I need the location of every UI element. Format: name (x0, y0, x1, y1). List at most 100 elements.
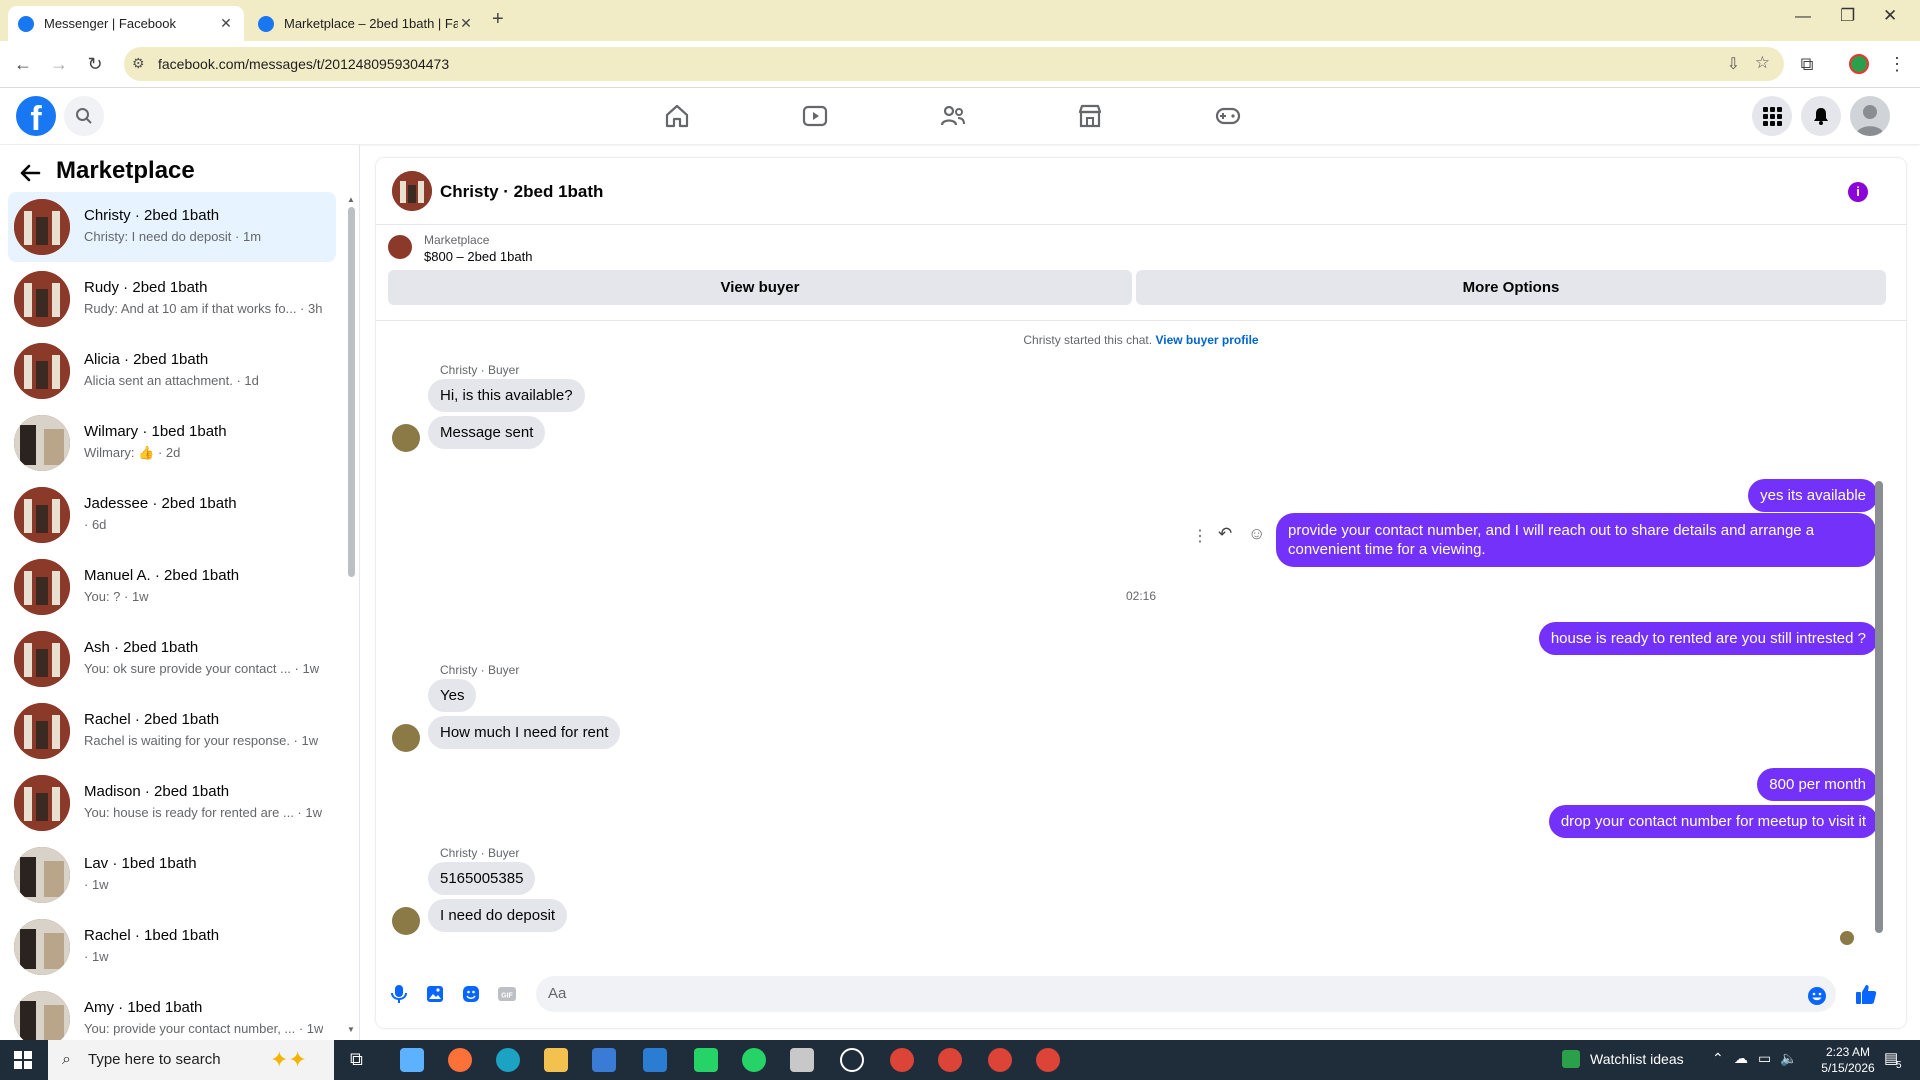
onedrive-icon[interactable]: ☁ (1734, 1050, 1748, 1067)
sidebar-conversation-item[interactable]: Rudy · 2bed 1bath Rudy: And at 10 am if t… (8, 264, 336, 334)
back-arrow-icon[interactable] (18, 161, 42, 185)
close-tab-icon[interactable]: ✕ (218, 15, 234, 32)
tray-chevron-icon[interactable]: ⌃ (1712, 1050, 1724, 1067)
scroll-down-icon[interactable]: ▼ (347, 1025, 355, 1034)
message-outgoing[interactable]: drop your contact number for meetup to v… (1548, 805, 1878, 838)
gaming-icon[interactable] (1214, 102, 1242, 130)
sidebar-conversation-item[interactable]: Alicia · 2bed 1bath Alicia sent an attach… (8, 336, 336, 406)
message-incoming[interactable]: Message sent (428, 416, 546, 449)
reload-icon[interactable]: ↻ (84, 53, 106, 75)
bell-icon[interactable] (1801, 96, 1841, 136)
message-more-icon[interactable]: ⋮ (1192, 526, 1208, 546)
view-buyer-profile-link[interactable]: View buyer profile (1155, 333, 1258, 347)
forward-icon[interactable]: → (48, 53, 70, 75)
back-icon[interactable]: ← (12, 53, 34, 75)
task-view-icon[interactable]: ⧉ (350, 1049, 363, 1070)
sidebar-conversation-item[interactable]: Rachel · 1bed 1bath · 1w (8, 912, 336, 982)
close-tab-icon[interactable]: ✕ (458, 15, 474, 32)
facebook-favicon-icon (18, 15, 34, 32)
home-icon[interactable] (663, 102, 691, 130)
view-buyer-button[interactable]: View buyer (388, 270, 1132, 305)
chat-contact-name[interactable]: Christy · 2bed 1bath (440, 182, 603, 202)
facebook-logo-icon[interactable]: f (16, 96, 56, 136)
browser-menu-icon[interactable]: ⋮ (1886, 53, 1908, 75)
like-thumb-icon[interactable] (1854, 982, 1877, 1004)
chatgpt-icon[interactable] (840, 1048, 864, 1072)
photo-icon[interactable] (424, 983, 446, 1005)
tab-search-icon[interactable]: ⧉ (1796, 53, 1818, 75)
message-outgoing[interactable]: house is ready to rented are you still i… (1538, 622, 1878, 655)
thread-scrollbar[interactable] (1875, 481, 1883, 933)
watchlist-label[interactable]: Watchlist ideas (1590, 1051, 1684, 1067)
message-incoming[interactable]: 5165005385 (428, 862, 536, 895)
contact-avatar[interactable] (392, 171, 432, 211)
message-incoming[interactable]: I need do deposit (428, 899, 568, 932)
sidebar-conversation-item[interactable]: Christy · 2bed 1bath Christy: I need do d… (8, 192, 336, 262)
app-icon[interactable] (790, 1048, 814, 1072)
info-icon[interactable]: i (1848, 182, 1868, 202)
search-icon[interactable] (64, 96, 104, 136)
taskbar-search-input[interactable]: ⌕ Type here to search ✦✦ (48, 1040, 334, 1080)
reply-icon[interactable]: ↶ (1218, 524, 1232, 544)
more-options-button[interactable]: More Options (1136, 270, 1886, 305)
sidebar-conversation-item[interactable]: Ash · 2bed 1bath You: ok sure provide you… (8, 624, 336, 694)
profile-icon[interactable] (1850, 96, 1890, 136)
sidebar-conversation-item[interactable]: Lav · 1bed 1bath · 1w (8, 840, 336, 910)
sidebar-conversation-item[interactable]: Manuel A. · 2bed 1bath You: ? · 1w (8, 552, 336, 622)
file-explorer-icon[interactable] (544, 1048, 568, 1072)
react-emoji-icon[interactable]: ☺ (1248, 524, 1265, 544)
edge-icon[interactable] (496, 1048, 520, 1072)
message-incoming[interactable]: Hi, is this available? (428, 379, 585, 412)
outlook-icon[interactable] (643, 1048, 667, 1072)
chrome-icon[interactable] (938, 1048, 962, 1072)
message-incoming[interactable]: Yes (428, 679, 477, 712)
site-info-icon[interactable]: ⚙ (132, 55, 145, 72)
sidebar-scrollbar[interactable] (348, 207, 355, 577)
volume-icon[interactable]: 🔈 (1780, 1050, 1797, 1067)
emoji-icon[interactable] (1806, 985, 1828, 1007)
watchlist-icon[interactable] (1562, 1050, 1580, 1068)
message-incoming[interactable]: How much I need for rent (428, 716, 621, 749)
scroll-up-icon[interactable]: ▲ (347, 195, 355, 204)
tab-marketplace[interactable]: Marketplace – 2bed 1bath | Fac ✕ (248, 6, 484, 41)
firefox-icon[interactable] (448, 1048, 472, 1072)
sidebar-conversation-item[interactable]: Amy · 1bed 1bath You: provide your contac… (8, 984, 336, 1040)
close-window-icon[interactable]: ✕ (1883, 6, 1897, 26)
sticker-icon[interactable] (460, 983, 482, 1005)
message-outgoing[interactable]: 800 per month (1757, 768, 1878, 801)
install-app-icon[interactable]: ⇩ (1727, 54, 1740, 74)
whatsapp-icon[interactable] (742, 1048, 766, 1072)
windows-start-icon[interactable] (14, 1051, 32, 1069)
menu-grid-icon[interactable] (1752, 96, 1792, 136)
listing-thumbnail[interactable] (388, 235, 412, 259)
chrome-icon[interactable] (988, 1048, 1012, 1072)
notes-app-icon[interactable] (400, 1048, 424, 1072)
sidebar-conversation-item[interactable]: Wilmary · 1bed 1bath Wilmary: 👍 · 2d (8, 408, 336, 478)
chrome-icon[interactable] (1036, 1048, 1060, 1072)
sidebar-conversation-item[interactable]: Madison · 2bed 1bath You: house is ready … (8, 768, 336, 838)
restore-icon[interactable]: ❐ (1840, 6, 1855, 26)
minimize-icon[interactable]: — (1795, 8, 1811, 26)
tab-messenger[interactable]: Messenger | Facebook ✕ (8, 6, 244, 41)
gif-icon[interactable]: GIF (496, 983, 518, 1005)
sidebar-conversation-item[interactable]: Jadessee · 2bed 1bath · 6d (8, 480, 336, 550)
microphone-icon[interactable] (388, 983, 410, 1005)
friends-icon[interactable] (939, 102, 967, 130)
whatsapp-business-icon[interactable] (694, 1048, 718, 1072)
sidebar-conversation-item[interactable]: Rachel · 2bed 1bath Rachel is waiting for… (8, 696, 336, 766)
chrome-icon[interactable] (890, 1048, 914, 1072)
message-outgoing[interactable]: provide your contact number, and I will … (1276, 513, 1876, 567)
message-outgoing[interactable]: yes its available (1748, 479, 1878, 512)
listing-title[interactable]: $800 – 2bed 1bath (424, 249, 532, 264)
clock[interactable]: 2:23 AM 5/15/2026 (1818, 1044, 1878, 1076)
message-input[interactable]: Aa (536, 976, 1836, 1012)
marketplace-icon[interactable] (1076, 102, 1104, 130)
sender-label: Christy · Buyer (440, 663, 520, 677)
watch-icon[interactable] (801, 102, 829, 130)
bookmark-star-icon[interactable]: ☆ (1755, 53, 1770, 73)
network-icon[interactable]: ▭ (1758, 1050, 1771, 1067)
store-icon[interactable] (592, 1048, 616, 1072)
address-bar[interactable]: ⚙ facebook.com/messages/t/20124809593044… (124, 47, 1784, 81)
extension-icon[interactable] (1849, 54, 1869, 74)
new-tab-button[interactable]: + (492, 8, 504, 31)
